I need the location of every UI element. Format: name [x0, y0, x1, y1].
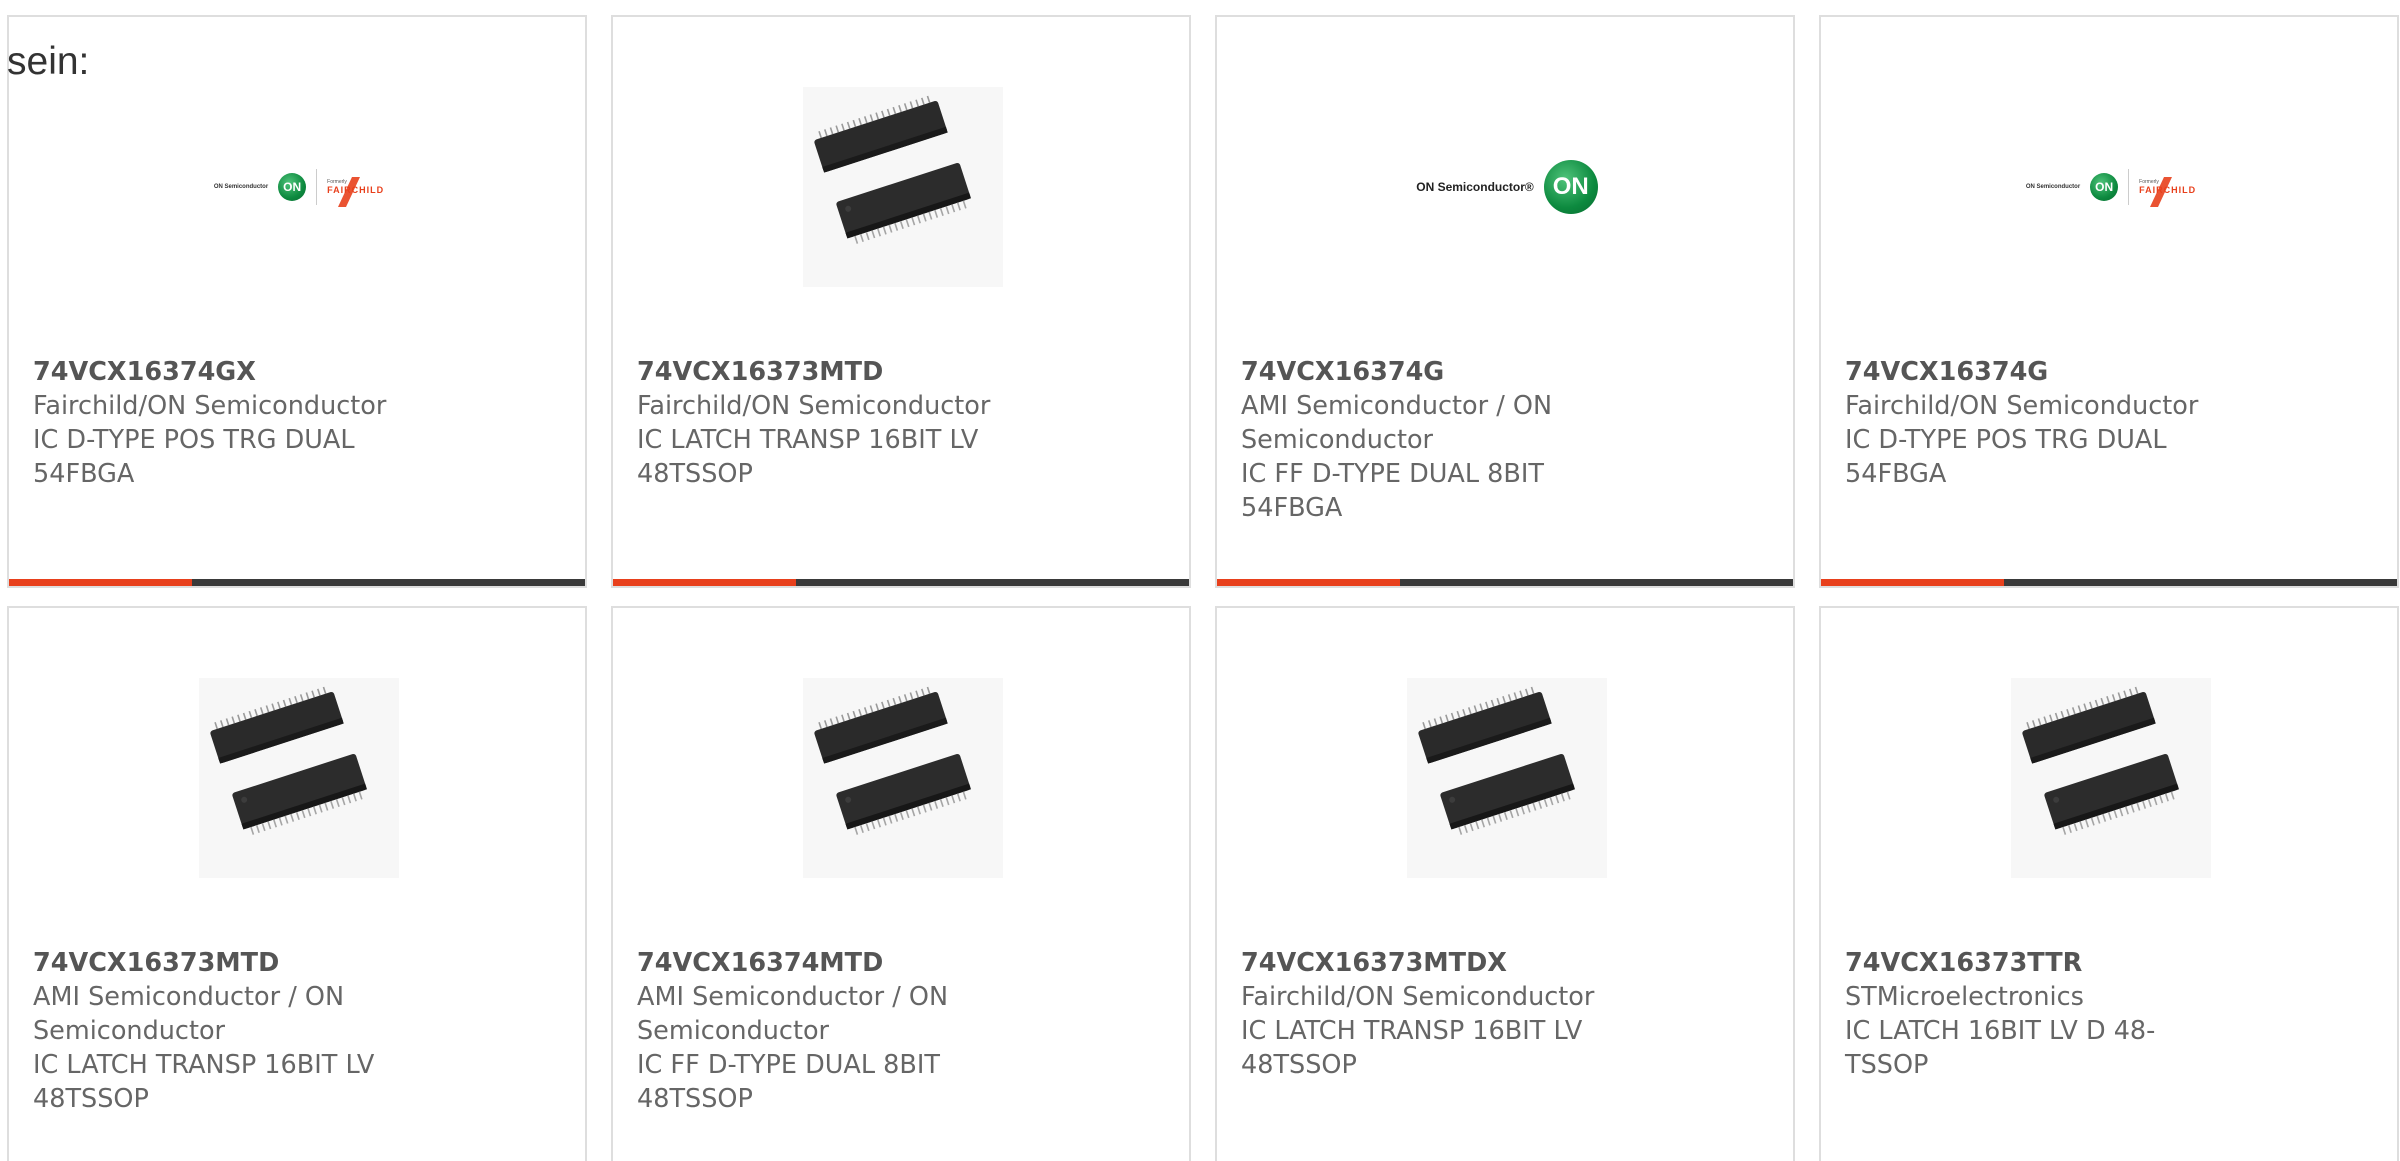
product-photo[interactable]	[803, 87, 1003, 287]
fairchild-logo: Formerly FAIRCHILD	[327, 177, 385, 207]
logo-brand-text: ON Semiconductor	[2025, 184, 2081, 190]
card-accent-bar	[1821, 579, 2397, 586]
product-info: 74VCX16374GX Fairchild/ON Semiconductor IC…	[33, 355, 533, 491]
product-card[interactable]: 74VCX16373MTD Fairchild/ON Semiconductor I…	[611, 15, 1191, 588]
card-accent-segment	[1821, 579, 2004, 586]
manufacturer-logo[interactable]: ON Semiconductor ON Formerly FAIRCHILD	[1991, 87, 2231, 287]
product-description: IC LATCH TRANSP 16BIT LV 48TSSOP	[637, 425, 979, 489]
manufacturer-name: Fairchild/ON Semiconductor	[1845, 391, 2199, 421]
product-description: IC LATCH TRANSP 16BIT LV 48TSSOP	[1241, 1016, 1583, 1080]
product-description: IC D-TYPE POS TRG DUAL 54FBGA	[33, 425, 355, 489]
card-accent-bar	[9, 579, 585, 586]
product-info: 74VCX16373MTD AMI Semiconductor / ON Semi…	[33, 946, 533, 1116]
manufacturer-name: STMicroelectronics	[1845, 982, 2084, 1012]
manufacturer-logo[interactable]: ON Semiconductor ON Formerly FAIRCHILD	[179, 87, 419, 287]
card-accent-bar	[1217, 579, 1793, 586]
card-accent-bar	[613, 579, 1189, 586]
onsemi-fairchild-logo: ON Semiconductor ON Formerly FAIRCHILD	[2025, 169, 2197, 207]
product-info: 74VCX16373TTR STMicroelectronics IC LATCH …	[1845, 946, 2345, 1082]
page: sein: ON Semiconductor ON Formerly FAIRCHIL…	[0, 0, 2400, 1161]
part-number[interactable]: 74VCX16373MTDX	[1241, 946, 1741, 980]
product-description: IC FF D-TYPE DUAL 8BIT 54FBGA	[1241, 459, 1544, 523]
product-info: 74VCX16373MTDX Fairchild/ON Semiconductor…	[1241, 946, 1741, 1082]
on-logo-icon: ON	[278, 173, 307, 201]
part-number[interactable]: 74VCX16373MTD	[637, 355, 1137, 389]
manufacturer-logo[interactable]: ON Semiconductor® ON	[1377, 87, 1637, 287]
part-number[interactable]: 74VCX16374GX	[33, 355, 533, 389]
product-description: IC LATCH 16BIT LV D 48-TSSOP	[1845, 1016, 2156, 1080]
product-card[interactable]: 74VCX16373MTD AMI Semiconductor / ON Semi…	[7, 606, 587, 1161]
manufacturer-name: AMI Semiconductor / ON Semiconductor	[637, 982, 949, 1046]
on-logo-icon: ON	[1543, 160, 1598, 214]
onsemi-logo: ON Semiconductor® ON	[1416, 160, 1598, 214]
part-number[interactable]: 74VCX16374G	[1241, 355, 1741, 389]
product-description: IC LATCH TRANSP 16BIT LV 48TSSOP	[33, 1050, 375, 1114]
product-info: 74VCX16374G AMI Semiconductor / ON Semico…	[1241, 355, 1741, 525]
product-card[interactable]: ON Semiconductor ON Formerly FAIRCHILD 74VCX…	[1819, 15, 2399, 588]
intro-text: sein:	[7, 40, 90, 83]
logo-fairchild-text: FAIRCHILD	[2139, 185, 2197, 195]
logo-divider	[2128, 169, 2130, 205]
product-card[interactable]: 74VCX16374MTD AMI Semiconductor / ON Semi…	[611, 606, 1191, 1161]
product-photo[interactable]	[803, 678, 1003, 878]
on-logo-icon: ON	[2090, 173, 2119, 201]
fairchild-logo: Formerly FAIRCHILD	[2139, 177, 2197, 207]
part-number[interactable]: 74VCX16374G	[1845, 355, 2345, 389]
product-info: 74VCX16373MTD Fairchild/ON Semiconductor I…	[637, 355, 1137, 491]
product-card[interactable]: ON Semiconductor ON Formerly FAIRCHILD 74VCX…	[7, 15, 587, 588]
product-card[interactable]: ON Semiconductor® ON 74VCX16374G AMI Semico…	[1215, 15, 1795, 588]
logo-brand-text: ON Semiconductor®	[1416, 180, 1534, 194]
card-accent-segment	[9, 579, 192, 586]
part-number[interactable]: 74VCX16374MTD	[637, 946, 1137, 980]
part-number[interactable]: 74VCX16373MTD	[33, 946, 533, 980]
product-info: 74VCX16374G Fairchild/ON Semiconductor IC …	[1845, 355, 2345, 491]
manufacturer-name: Fairchild/ON Semiconductor	[33, 391, 387, 421]
manufacturer-name: Fairchild/ON Semiconductor	[1241, 982, 1595, 1012]
manufacturer-name: AMI Semiconductor / ON Semiconductor	[33, 982, 345, 1046]
logo-brand-text: ON Semiconductor	[213, 184, 269, 190]
product-info: 74VCX16374MTD AMI Semiconductor / ON Semi…	[637, 946, 1137, 1116]
product-photo[interactable]	[1407, 678, 1607, 878]
product-card[interactable]: 74VCX16373MTDX Fairchild/ON Semiconductor…	[1215, 606, 1795, 1161]
logo-divider	[316, 169, 318, 205]
manufacturer-name: AMI Semiconductor / ON Semiconductor	[1241, 391, 1553, 455]
card-accent-segment	[613, 579, 796, 586]
part-number[interactable]: 74VCX16373TTR	[1845, 946, 2345, 980]
product-grid: ON Semiconductor ON Formerly FAIRCHILD 74VCX…	[7, 15, 2400, 1161]
onsemi-fairchild-logo: ON Semiconductor ON Formerly FAIRCHILD	[213, 169, 385, 207]
logo-fairchild-text: FAIRCHILD	[327, 185, 385, 195]
manufacturer-name: Fairchild/ON Semiconductor	[637, 391, 991, 421]
product-description: IC D-TYPE POS TRG DUAL 54FBGA	[1845, 425, 2167, 489]
product-photo[interactable]	[199, 678, 399, 878]
product-photo[interactable]	[2011, 678, 2211, 878]
product-card[interactable]: 74VCX16373TTR STMicroelectronics IC LATCH …	[1819, 606, 2399, 1161]
product-description: IC FF D-TYPE DUAL 8BIT 48TSSOP	[637, 1050, 940, 1114]
card-accent-segment	[1217, 579, 1400, 586]
